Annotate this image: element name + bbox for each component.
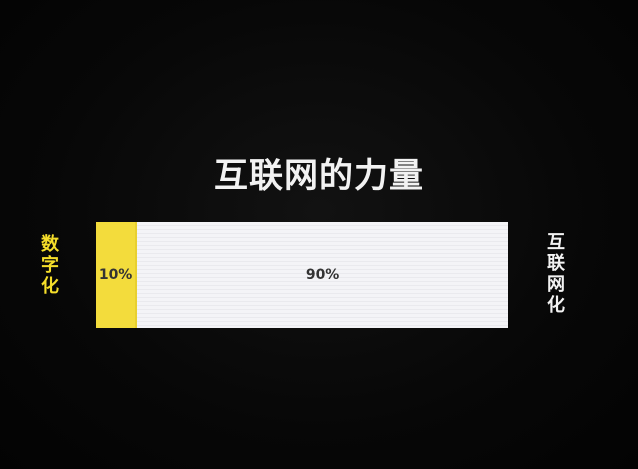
segment-internetization: 90% [137, 222, 508, 328]
segment-internetization-label: 90% [305, 267, 340, 283]
left-label-digitalization: 数字化 [41, 234, 59, 297]
segment-digitalization: 10% [96, 222, 138, 328]
right-label-internetization: 互联网化 [547, 232, 565, 316]
slide: 互联网的力量 数字化 10% 90% 互联网化 [0, 0, 638, 469]
slide-title: 互联网的力量 [214, 156, 424, 196]
segment-digitalization-label: 10% [98, 267, 133, 283]
proportion-bar: 10% 90% [96, 222, 508, 328]
